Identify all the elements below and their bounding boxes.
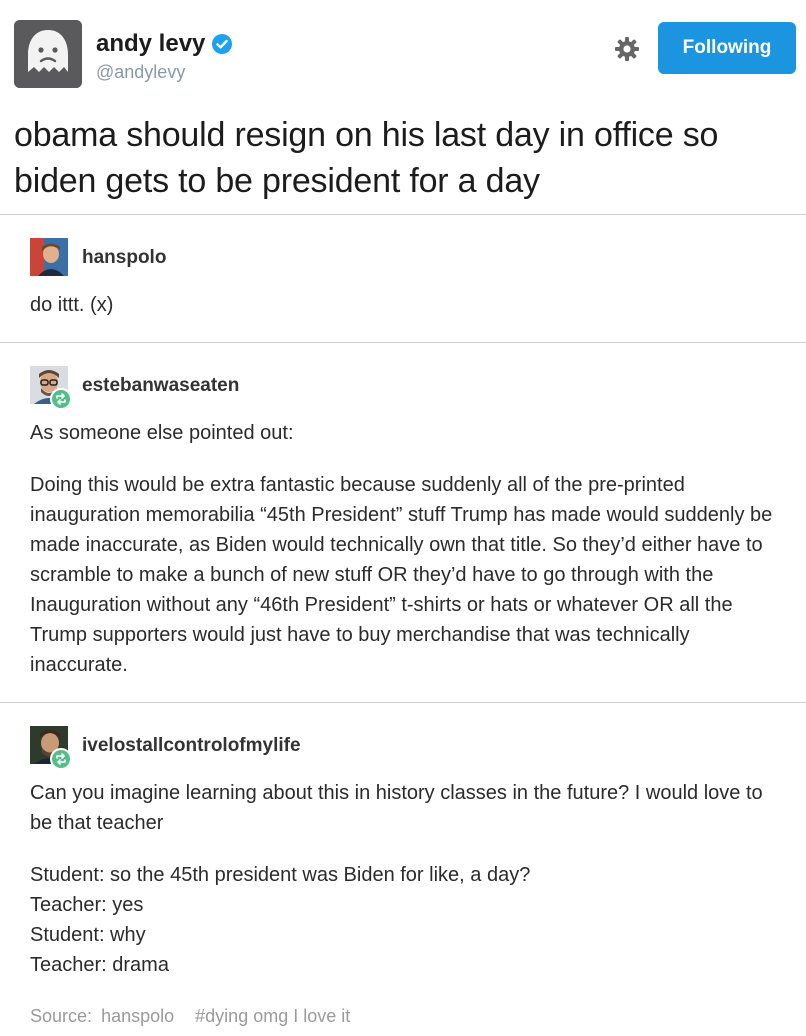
reblog-user-row: estebanwaseaten <box>30 366 790 410</box>
dialogue-line: Student: why <box>30 924 146 946</box>
dialogue-line: Teacher: yes <box>30 894 144 916</box>
dialogue-block: Student: so the 45th president was Biden… <box>30 860 790 980</box>
tweet-author-name-text[interactable]: andy levy <box>96 30 205 58</box>
divider <box>0 702 806 703</box>
avatar[interactable] <box>30 238 68 276</box>
reblog-icon <box>50 748 72 770</box>
dialogue-line: Student: so the 45th president was Biden… <box>30 864 531 886</box>
reblog-username[interactable]: hanspolo <box>82 247 166 269</box>
tweet-author-name[interactable]: andy levy <box>96 30 233 58</box>
reblog-user-row: ivelostallcontrolofmylife <box>30 726 790 770</box>
reblog-entry-ivelostallcontrolofmylife: ivelostallcontrolofmylife Can you imagin… <box>30 726 790 980</box>
reblog-text: As someone else pointed out: <box>30 422 294 444</box>
reblog-text: Doing this would be extra fantastic beca… <box>30 474 773 676</box>
dialogue-line: Teacher: drama <box>30 954 169 976</box>
following-button[interactable]: Following <box>658 22 796 74</box>
divider <box>0 214 806 215</box>
tweet-text: obama should resign on his last day in o… <box>14 116 719 200</box>
source-row: Source: hanspolo #dying omg I love it <box>30 1006 354 1027</box>
reblog-entry-hanspolo: hanspolo do ittt. (x) <box>30 238 790 320</box>
reblog-username[interactable]: ivelostallcontrolofmylife <box>82 735 301 757</box>
source-label: Source: <box>30 1006 93 1026</box>
reblog-entry-estebanwaseaten: estebanwaseaten As someone else pointed … <box>30 366 790 680</box>
reblog-user-row: hanspolo <box>30 238 790 278</box>
tweet-header: andy levy @andylevy Following <box>14 20 796 90</box>
reblog-username[interactable]: estebanwaseaten <box>82 375 239 397</box>
reblog-text: Can you imagine learning about this in h… <box>30 782 763 834</box>
verified-badge-icon <box>211 33 233 55</box>
reblog-text: do ittt. (x) <box>30 294 114 316</box>
tags[interactable]: #dying omg I love it <box>195 1006 350 1026</box>
divider <box>0 342 806 343</box>
reblog-icon <box>50 388 72 410</box>
tweet-author-handle[interactable]: @andylevy <box>96 62 185 83</box>
gear-icon[interactable] <box>610 32 644 66</box>
ghost-avatar-icon[interactable] <box>14 20 82 88</box>
source-link[interactable]: hanspolo <box>101 1006 174 1026</box>
